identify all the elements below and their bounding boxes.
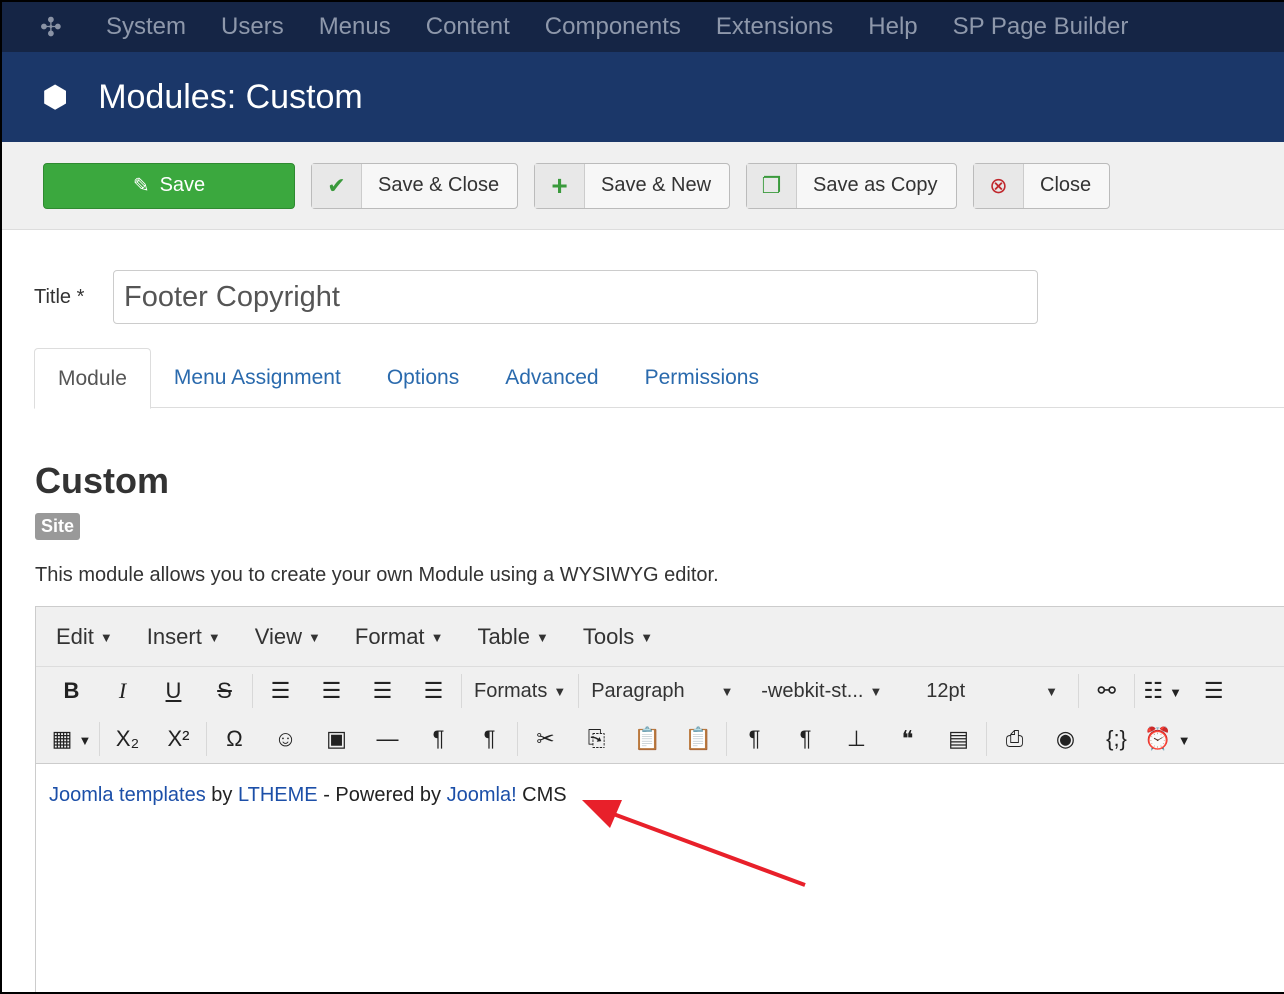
module-heading: Custom: [35, 460, 169, 501]
menu-tools[interactable]: Tools ▼: [583, 624, 653, 650]
emoticon-icon[interactable]: ☺: [260, 726, 311, 752]
nav-components[interactable]: Components: [545, 13, 681, 41]
title-input[interactable]: [113, 270, 1038, 324]
save-close-button[interactable]: ✔ Save & Close: [311, 162, 518, 209]
content-text: - Powered by: [317, 784, 447, 806]
close-circle-icon: ⊗: [974, 163, 1024, 208]
save-new-label: Save & New: [601, 174, 712, 196]
editor-toolbar-row-1: B I U S ☰ ☰ ☰ ☰ Formats ▼ Paragraph ▼ -web…: [36, 667, 1284, 715]
check-icon: ✔: [312, 163, 362, 208]
block-format-dropdown[interactable]: Paragraph ▼: [581, 680, 751, 703]
content-text: CMS: [516, 784, 567, 806]
insert-anchor-icon[interactable]: ⊥: [831, 726, 882, 752]
title-field-row: Title *: [34, 270, 1038, 324]
numbered-list-icon[interactable]: ☰: [1188, 678, 1239, 704]
font-size-dropdown[interactable]: 12pt ▼: [916, 680, 1076, 703]
top-nav: ✣ System Users Menus Content Components …: [2, 2, 1284, 52]
find-binoculars-icon[interactable]: ⚯: [1081, 678, 1132, 704]
horizontal-rule-icon[interactable]: —: [362, 726, 413, 752]
strikethrough-icon[interactable]: S: [199, 678, 250, 704]
menu-table[interactable]: Table ▼: [477, 624, 548, 650]
save-new-button[interactable]: + Save & New: [534, 162, 730, 209]
bullet-list-icon[interactable]: ☷ ▼: [1137, 678, 1188, 704]
font-family-dropdown[interactable]: -webkit-st... ▼: [751, 680, 916, 703]
underline-icon[interactable]: U: [148, 678, 199, 704]
align-justify-icon[interactable]: ☰: [408, 678, 459, 704]
joomla-link[interactable]: Joomla!: [447, 784, 517, 806]
page-header: ⬢ Modules: Custom: [2, 52, 1284, 142]
ltheme-link[interactable]: LTHEME: [238, 784, 318, 806]
menu-view[interactable]: View ▼: [255, 624, 321, 650]
red-arrow-annotation: [582, 800, 806, 887]
copy-icon[interactable]: ⎘: [571, 726, 622, 752]
template-icon[interactable]: ▤: [933, 726, 984, 752]
subscript-icon[interactable]: X₂: [102, 726, 153, 752]
align-right-icon[interactable]: ☰: [357, 678, 408, 704]
preview-eye-icon[interactable]: ◉: [1040, 726, 1091, 752]
menu-edit[interactable]: Edit ▼: [56, 624, 113, 650]
tab-options[interactable]: Options: [364, 348, 482, 407]
plus-icon: +: [535, 163, 585, 208]
edit-icon: ✎: [132, 175, 150, 197]
rtl-icon[interactable]: ¶: [464, 726, 515, 752]
editor-toolbar-row-2: ▦ ▼ X₂ X² Ω ☺ ▣ — ¶ ¶ ✂ ⎘ 📋 📋 ¶ ¶ ⊥ ❝ ▤ ⎙…: [36, 715, 1284, 763]
print-icon[interactable]: ⎙: [989, 726, 1040, 752]
nav-sp-page-builder[interactable]: SP Page Builder: [953, 13, 1129, 41]
close-button[interactable]: ⊗ Close: [973, 162, 1110, 209]
save-copy-label: Save as Copy: [813, 174, 938, 196]
nav-menus[interactable]: Menus: [319, 13, 391, 41]
tab-advanced[interactable]: Advanced: [482, 348, 621, 407]
action-toolbar: ✎ Save ✔ Save & Close + Save & New ❐ Save as…: [2, 142, 1284, 230]
title-label: Title *: [34, 285, 85, 308]
save-copy-button[interactable]: ❐ Save as Copy: [746, 162, 957, 209]
paste-icon[interactable]: 📋: [622, 726, 673, 752]
menu-format[interactable]: Format ▼: [355, 624, 444, 650]
save-button[interactable]: ✎ Save: [43, 162, 295, 209]
tabs: Module Menu Assignment Options Advanced …: [34, 348, 1284, 409]
joomla-templates-link[interactable]: Joomla templates: [49, 784, 206, 806]
module-description: This module allows you to create your ow…: [35, 564, 719, 586]
align-left-icon[interactable]: ☰: [255, 678, 306, 704]
copy-icon: ❐: [747, 163, 797, 208]
bold-icon[interactable]: B: [46, 678, 97, 704]
save-label: Save: [159, 174, 206, 196]
nav-content[interactable]: Content: [426, 13, 510, 41]
visual-blocks-icon[interactable]: ¶: [780, 726, 831, 752]
align-center-icon[interactable]: ☰: [306, 678, 357, 704]
content-text: by: [205, 784, 238, 806]
site-badge: Site: [35, 513, 81, 540]
tab-menu-assignment[interactable]: Menu Assignment: [151, 348, 364, 407]
nav-extensions[interactable]: Extensions: [716, 13, 833, 41]
superscript-icon[interactable]: X²: [153, 726, 204, 752]
page-title: Modules: Custom: [98, 77, 363, 116]
tab-module[interactable]: Module: [34, 348, 151, 409]
cube-icon: ⬢: [42, 80, 69, 114]
visual-chars-icon[interactable]: ¶: [729, 726, 780, 752]
formats-dropdown[interactable]: Formats ▼: [464, 680, 576, 703]
cut-icon[interactable]: ✂: [520, 726, 571, 752]
close-label: Close: [1040, 174, 1092, 196]
insert-datetime-icon[interactable]: ⏰ ▼: [1142, 726, 1193, 752]
paste-text-icon[interactable]: 📋: [673, 726, 724, 752]
menu-insert[interactable]: Insert ▼: [147, 624, 221, 650]
tab-permissions[interactable]: Permissions: [622, 348, 782, 407]
editor-menubar: Edit ▼ Insert ▼ View ▼ Format ▼ Table ▼ Tools…: [36, 607, 1284, 667]
ltr-icon[interactable]: ¶: [413, 726, 464, 752]
table-icon[interactable]: ▦ ▼: [46, 726, 97, 752]
nav-help[interactable]: Help: [868, 13, 917, 41]
nav-system[interactable]: System: [106, 13, 186, 41]
media-icon[interactable]: ▣: [311, 726, 362, 752]
blockquote-icon[interactable]: ❝: [882, 726, 933, 752]
special-char-omega-icon[interactable]: Ω: [209, 726, 260, 752]
italic-icon[interactable]: I: [97, 678, 148, 704]
app-window: ✣ System Users Menus Content Components …: [2, 2, 1284, 992]
nav-users[interactable]: Users: [221, 13, 284, 41]
joomla-logo-icon[interactable]: ✣: [40, 12, 74, 43]
save-close-label: Save & Close: [378, 174, 500, 196]
code-icon[interactable]: {;}: [1091, 726, 1142, 752]
